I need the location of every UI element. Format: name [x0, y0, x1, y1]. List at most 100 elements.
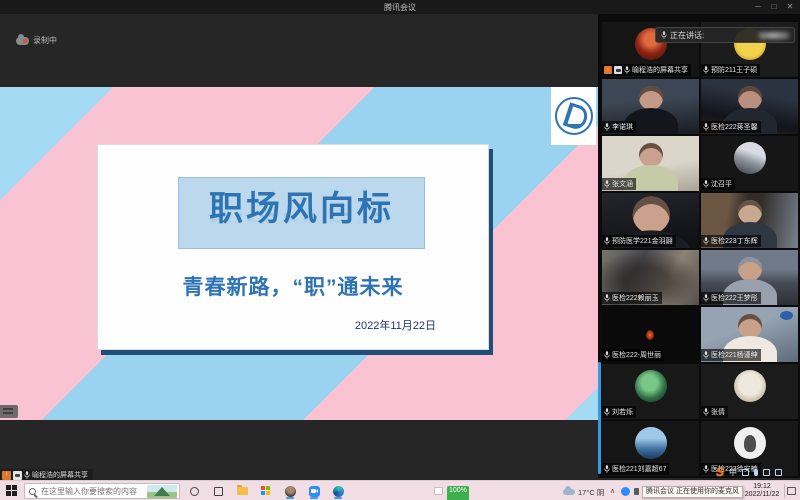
edge-browser-button[interactable] — [332, 483, 344, 499]
participant-name: 预防211王子硕 — [711, 65, 757, 75]
sogou-logo-icon[interactable]: S — [716, 466, 724, 479]
taskbar-clock[interactable]: 19:12 2022/11/22 — [741, 483, 783, 500]
taskbar-search[interactable] — [24, 483, 180, 499]
input-indicator-icon[interactable] — [434, 487, 443, 495]
participant-nameplate: 医检222-周世丽 — [602, 349, 664, 361]
participant-tile[interactable]: 医检222蒋圣馨 — [701, 79, 798, 134]
share-icon: ↑ — [604, 66, 612, 74]
sidebar-toggle-handle[interactable] — [0, 405, 18, 418]
university-logo — [555, 97, 593, 135]
participant-tile[interactable]: 张倩 — [701, 364, 798, 419]
search-highlight-image[interactable] — [147, 485, 177, 498]
slide-date: 2022年11月22日 — [355, 317, 436, 333]
cortana-button[interactable] — [188, 483, 200, 499]
ime-pen-icon[interactable] — [742, 469, 749, 476]
mic-icon — [604, 237, 610, 245]
participant-nameplate: ↑ 喻程浩的屏幕共享 — [602, 64, 691, 76]
speaking-label: 正在讲话: — [670, 30, 704, 41]
ime-toolbox-icon[interactable] — [775, 469, 782, 476]
clock-date: 2022/11/22 — [741, 491, 783, 499]
participant-tile[interactable]: 医检221刘嘉超67 — [602, 421, 699, 476]
mic-icon — [703, 66, 709, 74]
tray-meeting-icon[interactable] — [621, 487, 630, 496]
app-avatar-button[interactable] — [284, 483, 296, 499]
tencent-meeting-button[interactable] — [308, 483, 320, 499]
participant-name: 医检222-周世丽 — [612, 350, 661, 360]
avatar — [734, 370, 766, 402]
participant-name: 医检222赖丽玉 — [612, 293, 659, 303]
microsoft-store-button[interactable] — [260, 483, 272, 499]
participant-name: 张倩 — [711, 407, 725, 417]
mic-icon — [24, 471, 30, 479]
main-stage: 录制中 职场风向标 青春新路，“职”通未来 2022年11月22日 ↑ — [0, 14, 598, 480]
ime-mode-toggle[interactable]: 中 — [729, 467, 737, 478]
participant-nameplate: 沈召平 — [701, 178, 735, 190]
search-input[interactable] — [39, 486, 144, 497]
mic-icon — [604, 351, 610, 359]
mic-icon — [703, 294, 709, 302]
participant-name: 预防医学221金羽翮 — [612, 236, 673, 246]
slide-subtitle: 青春新路，“职”通未来 — [98, 271, 488, 301]
participant-tile[interactable]: 刘若烁 — [602, 364, 699, 419]
participant-name: 医检221杨谨绅 — [711, 350, 758, 360]
mic-icon — [703, 180, 709, 188]
avatar — [635, 370, 667, 402]
mic-icon — [661, 31, 667, 39]
participant-nameplate: 医检222蒋圣馨 — [701, 121, 761, 133]
participant-nameplate: 预防211王子硕 — [701, 64, 760, 76]
sogou-ime-bar[interactable]: S 中 — [716, 466, 782, 479]
minimize-button[interactable]: ─ — [752, 1, 764, 13]
mic-icon — [604, 123, 610, 131]
maximize-button[interactable]: □ — [768, 1, 780, 13]
participant-tile[interactable]: 医检221杨谨绅 — [701, 307, 798, 362]
file-explorer-button[interactable] — [236, 483, 248, 499]
avatar — [635, 427, 667, 459]
battery-badge: 100% — [447, 486, 469, 500]
screen-share-view: 职场风向标 青春新路，“职”通未来 2022年11月22日 — [0, 87, 598, 420]
participant-tile[interactable]: 医检223丁东辉 — [701, 193, 798, 248]
participant-nameplate: 李诺琪 — [602, 121, 636, 133]
avatar — [734, 142, 766, 174]
participant-name: 李诺琪 — [612, 122, 633, 132]
mic-icon — [604, 294, 610, 302]
participant-nameplate: 张倩 — [701, 406, 728, 418]
participant-tile[interactable]: 预防医学221金羽翮 — [602, 193, 699, 248]
ime-keyboard-icon[interactable] — [763, 469, 770, 476]
recording-indicator: 录制中 — [16, 35, 57, 46]
mic-icon — [604, 180, 610, 188]
desktop-screen: 腾讯会议 ─ □ ✕ 录制中 职场风向标 青春新路，“职”通未 — [0, 0, 800, 500]
tray-expand-chevron[interactable]: ∧ — [610, 487, 615, 500]
sidebar-scrollbar[interactable] — [598, 362, 601, 474]
participant-tile[interactable]: 沈召平 — [701, 136, 798, 191]
participant-tile[interactable]: 医检222赖丽玉 — [602, 250, 699, 305]
participant-name: 喻程浩的屏幕共享 — [632, 65, 688, 75]
participant-name: 沈召平 — [711, 179, 732, 189]
ime-mic-icon[interactable] — [754, 469, 758, 476]
mic-icon — [703, 123, 709, 131]
slide-title-box: 职场风向标 — [178, 177, 425, 249]
notification-center-icon[interactable] — [787, 487, 796, 495]
mic-icon — [703, 408, 709, 416]
close-button[interactable]: ✕ — [784, 1, 796, 13]
participant-tile[interactable]: 李诺琪 — [602, 79, 699, 134]
search-icon — [29, 488, 36, 495]
participant-grid: ↑ 喻程浩的屏幕共享 预防211王子硕李诺琪 医检222蒋圣馨张文涵 沈召平预防医学22… — [602, 22, 798, 476]
participant-tile[interactable]: 张文涵 — [602, 136, 699, 191]
avatar — [734, 427, 766, 459]
recording-label: 录制中 — [33, 35, 57, 46]
participants-sidebar: ↑ 喻程浩的屏幕共享 预防211王子硕李诺琪 医检222蒋圣馨张文涵 沈召平预防医学22… — [598, 14, 800, 478]
participant-tile[interactable]: 医检222-周世丽 — [602, 307, 699, 362]
task-view-button[interactable] — [212, 483, 224, 499]
participant-nameplate: 医检222王梦彤 — [701, 292, 761, 304]
weather-text[interactable]: 17°C 阴 — [578, 487, 604, 500]
participant-name: 医检222王梦彤 — [711, 293, 758, 303]
weather-cloud-icon — [563, 489, 575, 495]
participant-nameplate: 张文涵 — [602, 178, 636, 190]
share-icon: ↑ — [2, 471, 11, 480]
participant-nameplate: 医检223丁东辉 — [701, 235, 761, 247]
participant-tile[interactable]: 医检222王梦彤 — [701, 250, 798, 305]
slide-logo-box — [551, 87, 596, 145]
start-button[interactable] — [6, 485, 18, 497]
mic-icon — [703, 237, 709, 245]
participant-nameplate: 刘若烁 — [602, 406, 636, 418]
